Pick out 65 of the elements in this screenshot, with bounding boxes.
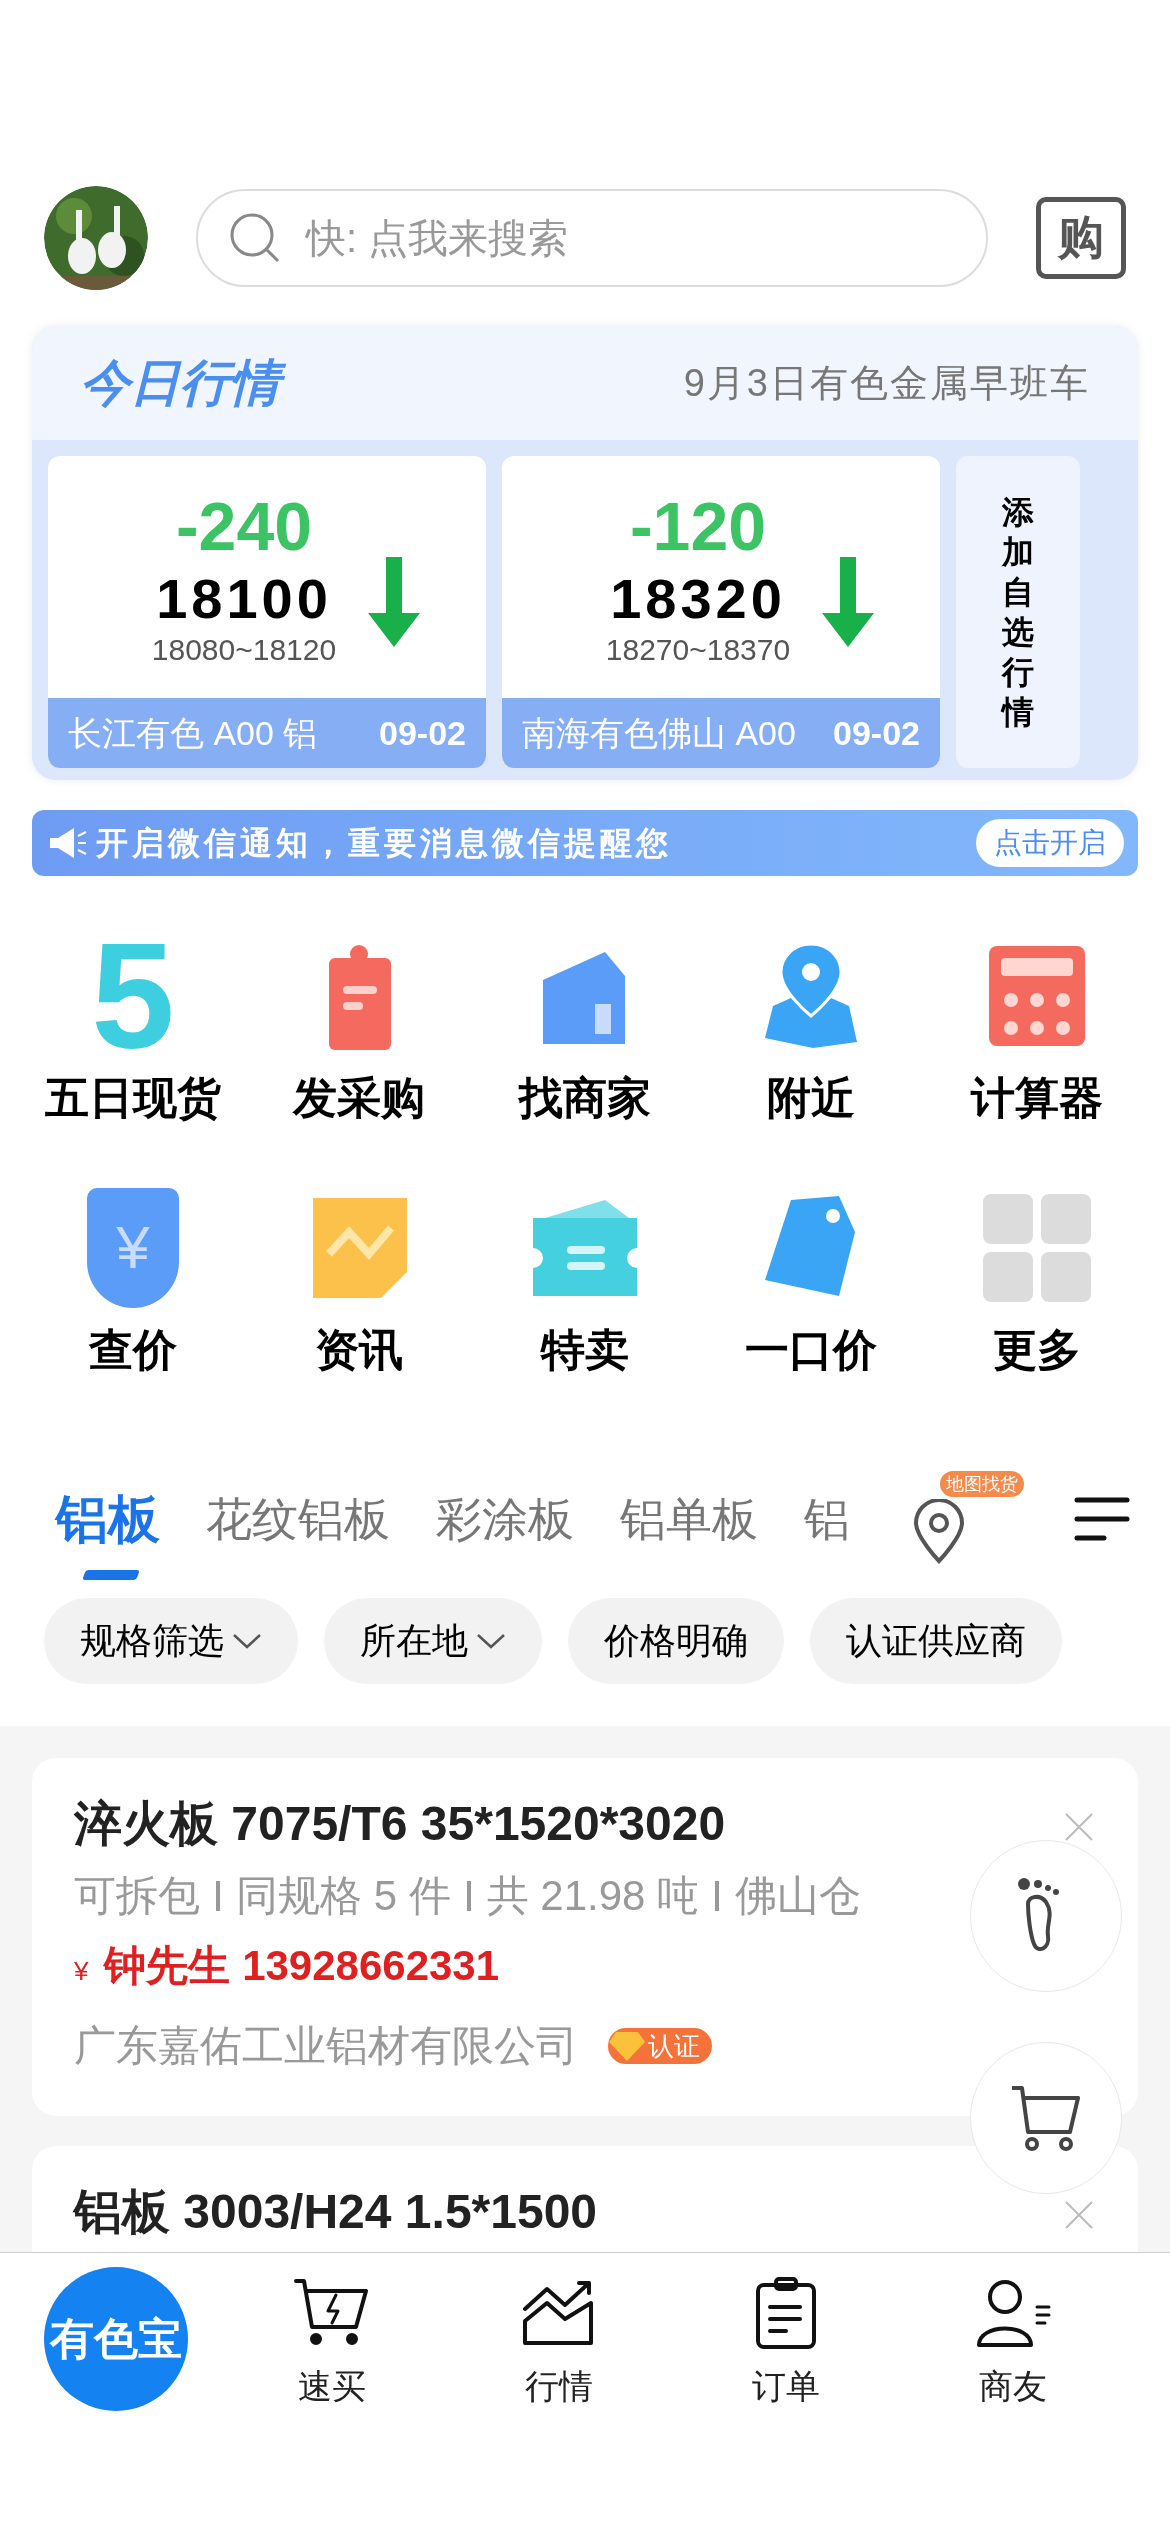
listing-title: 淬火板 7075/T6 35*1520*3020	[74, 1796, 726, 1852]
price: 18100	[156, 566, 332, 632]
five-icon: 5	[73, 936, 193, 1056]
category-tab[interactable]: 铝板	[56, 1484, 160, 1554]
shortcut-item[interactable]: 发采购	[246, 936, 472, 1126]
category-tab[interactable]: 花纹铝板	[206, 1484, 390, 1554]
shortcut-item[interactable]: 资讯	[246, 1188, 472, 1378]
shortcut-item[interactable]: 附近	[698, 936, 924, 1126]
price-change: -120	[629, 487, 767, 566]
currency-mark: ¥	[74, 1955, 89, 1988]
listing-card[interactable]: 铝板 3003/H24 1.5*1500	[32, 2146, 1138, 2252]
shortcut-item[interactable]: 更多	[924, 1188, 1150, 1378]
person-icon	[974, 2277, 1051, 2349]
diamond-icon	[608, 2030, 646, 2062]
shortcut-item[interactable]: 5 五日现货	[20, 936, 246, 1126]
listing-card[interactable]: 淬火板 7075/T6 35*1520*3020 可拆包 同规格 5 件 共 21.98 吨 佛山仓 ¥ 钟先生 13928662331 广东嘉佑工业铝材有限公司 认证	[32, 1758, 1138, 2116]
buy-button[interactable]: 购	[1036, 196, 1126, 279]
seller-contact: 钟先生 13928662331	[104, 1941, 500, 1991]
quote-date: 09-02	[379, 712, 466, 754]
quote-date: 09-02	[833, 712, 920, 754]
price: 18320	[610, 566, 786, 632]
cart-icon	[1010, 2084, 1082, 2152]
category-tab[interactable]: 铝单板	[620, 1484, 758, 1554]
menu-icon[interactable]	[1074, 1496, 1130, 1542]
active-tab-indicator	[82, 1570, 140, 1580]
shortcut-item[interactable]: 计算器	[924, 936, 1150, 1126]
certified-badge: 认证	[608, 2028, 712, 2064]
listing-detail: 共 21.98 吨	[486, 1871, 700, 1921]
listing-detail: 佛山仓	[735, 1871, 862, 1921]
shortcut-item[interactable]: 特卖	[472, 1188, 698, 1378]
filter-chip[interactable]: 所在地	[324, 1598, 542, 1684]
price-change: -240	[175, 487, 313, 566]
market-title: 今日行情	[80, 351, 292, 415]
logo-button[interactable]: 有色宝	[44, 2267, 188, 2411]
yen-shield-icon: ¥	[87, 1188, 179, 1308]
quote-name: 南海有色佛山 A00	[522, 712, 796, 754]
shortcut-item[interactable]: 找商家	[472, 936, 698, 1126]
quote-name: 长江有色 A00 铝	[68, 712, 318, 754]
nav-tab[interactable]: 商友	[899, 2267, 1126, 2412]
search-placeholder: 快: 点我来搜索	[306, 214, 569, 262]
shortcut-item[interactable]: ¥ 查价	[20, 1188, 246, 1378]
location-pin-icon[interactable]	[912, 1499, 966, 1565]
nav-tab[interactable]: 行情	[445, 2267, 672, 2412]
down-arrow-icon	[366, 557, 423, 647]
listing-title: 铝板 3003/H24 1.5*1500	[74, 2184, 598, 2240]
quote-card[interactable]: -240 18100 18080~18120 长江有色 A00 铝 09-02	[48, 456, 486, 768]
add-watchlist-button[interactable]: 添加自选行情	[956, 456, 1080, 768]
listing-detail: 可拆包	[74, 1871, 200, 1921]
listing-detail: 同规格 5 件	[236, 1871, 451, 1921]
down-arrow-icon	[820, 557, 877, 647]
quote-card[interactable]: -120 18320 18270~18370 南海有色佛山 A00 09-02	[502, 456, 940, 768]
price-range: 18270~18370	[605, 632, 791, 668]
company-name: 广东嘉佑工业铝材有限公司	[74, 2021, 578, 2071]
nav-tab[interactable]: 订单	[672, 2267, 899, 2412]
market-subtitle: 9月3日有色金属早班车	[683, 360, 1090, 406]
category-tab[interactable]: 彩涂板	[436, 1484, 574, 1554]
filter-chip[interactable]: 认证供应商	[810, 1598, 1062, 1684]
filter-chip[interactable]: 规格筛选	[44, 1598, 298, 1684]
map-badge: 地图找货	[940, 1471, 1024, 1497]
nav-tab[interactable]: 速买	[218, 2267, 445, 2412]
price-range: 18080~18120	[151, 632, 337, 668]
notice-text: 开启微信通知，重要消息微信提醒您	[96, 824, 673, 863]
filter-chip[interactable]: 价格明确	[568, 1598, 784, 1684]
shortcut-item[interactable]: 一口价	[698, 1188, 924, 1378]
category-tab[interactable]: 铝	[804, 1484, 850, 1554]
